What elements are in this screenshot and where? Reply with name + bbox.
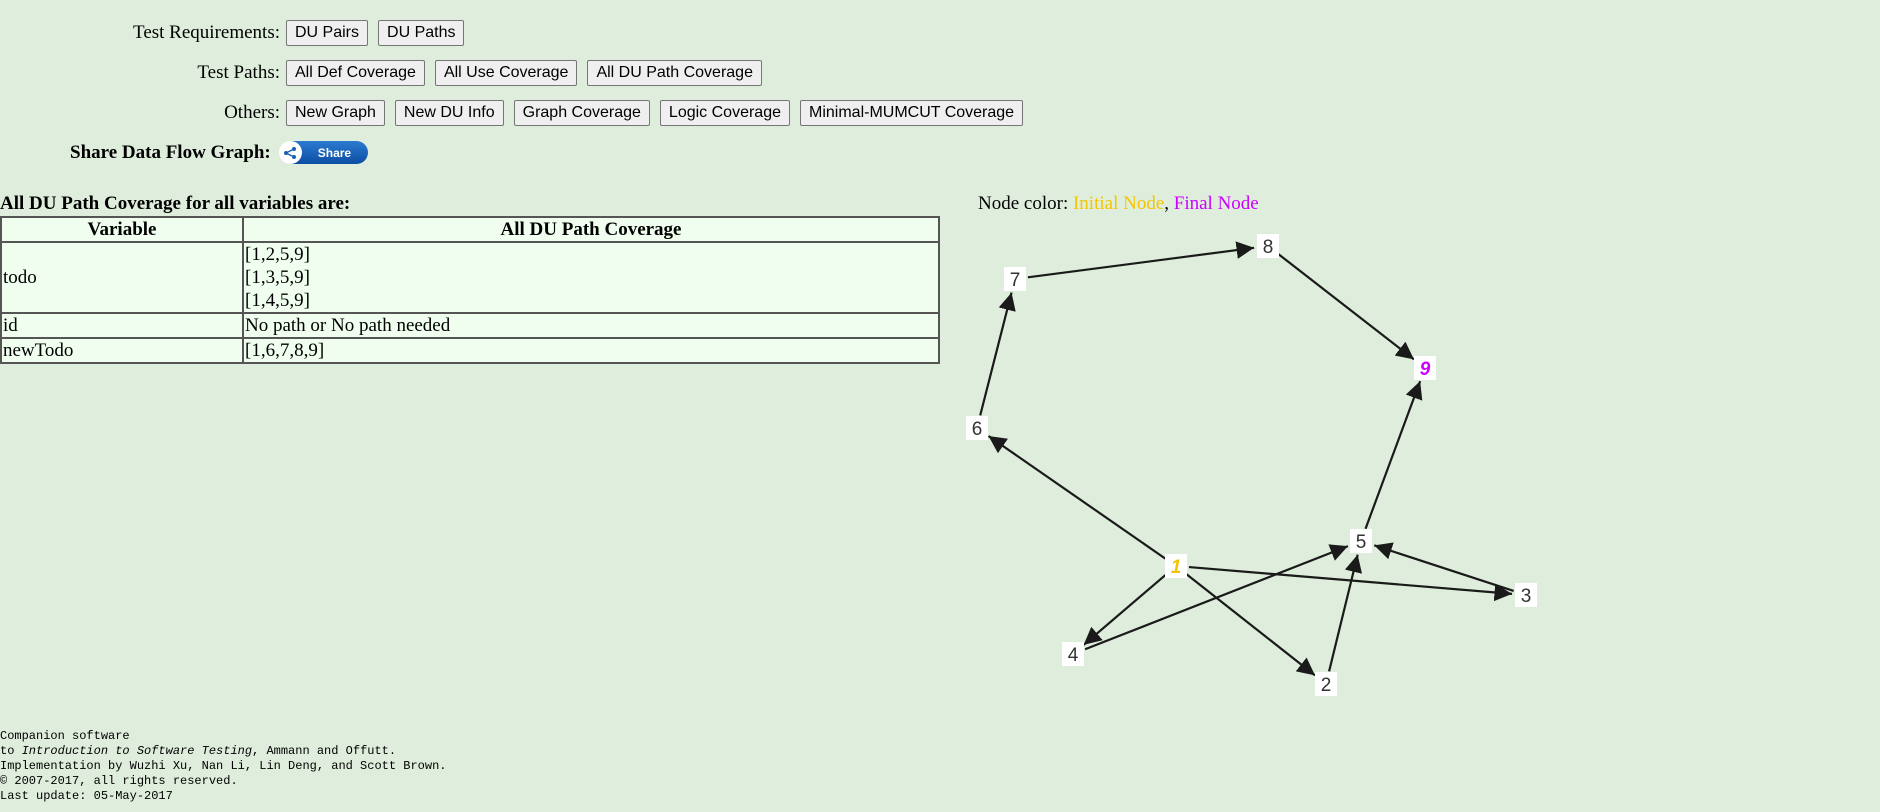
- graph-node-label: 9: [1420, 359, 1431, 380]
- path-entry: No path or No path needed: [245, 315, 451, 336]
- graph-node-6[interactable]: 6: [966, 416, 988, 440]
- path-entry: [1,2,5,9]: [245, 244, 310, 265]
- share-button-label: Share: [317, 145, 352, 160]
- graph-edge-7-8: [1027, 241, 1255, 279]
- du-pairs-button[interactable]: DU Pairs: [286, 20, 369, 46]
- graph-node-1[interactable]: 1: [1165, 554, 1187, 578]
- minimal-mumcut-coverage-button[interactable]: Minimal-MUMCUT Coverage: [800, 100, 1024, 126]
- path-entry: [1,3,5,9]: [245, 267, 310, 288]
- graph-edge-4-5: [1084, 544, 1349, 651]
- graph-node-8[interactable]: 8: [1257, 234, 1279, 258]
- coverage-header: All DU Path Coverage: [242, 216, 940, 243]
- graph-node-label: 5: [1356, 532, 1367, 553]
- test-paths-row: Test Paths: All Def Coverage All Use Cov…: [0, 60, 772, 86]
- data-flow-graph: 1 2 3 4 5 6 7 8 9: [966, 234, 1537, 696]
- legend-final-node: Final Node: [1173, 193, 1259, 214]
- footer-line-prefix: to: [0, 744, 22, 758]
- path-entry: [1,4,5,9]: [245, 290, 310, 311]
- graph-node-label: 1: [1171, 557, 1182, 578]
- table-row: todo [1,2,5,9] [1,3,5,9] [1,4,5,9]: [0, 241, 940, 314]
- variable-cell: todo: [0, 241, 244, 314]
- legend-prefix: Node color:: [978, 193, 1073, 214]
- table-header-row: Variable All DU Path Coverage: [0, 216, 940, 243]
- test-requirements-row: Test Requirements: DU Pairs DU Paths: [0, 20, 474, 46]
- share-label: Share Data Flow Graph:: [70, 141, 271, 163]
- paths-cell: [1,2,5,9] [1,3,5,9] [1,4,5,9]: [242, 241, 940, 314]
- graph-edge-2-5: [1328, 554, 1363, 672]
- graph-node-5[interactable]: 5: [1350, 529, 1372, 553]
- new-graph-button[interactable]: New Graph: [286, 100, 385, 126]
- paths-cell: [1,6,7,8,9]: [242, 337, 940, 364]
- graph-node-7[interactable]: 7: [1004, 267, 1026, 291]
- table-row: id No path or No path needed: [0, 312, 940, 339]
- all-use-coverage-button[interactable]: All Use Coverage: [434, 60, 578, 86]
- footer: Companion software to Introduction to So…: [0, 729, 446, 804]
- footer-line: Companion software: [0, 729, 130, 743]
- new-du-info-button[interactable]: New DU Info: [394, 100, 504, 126]
- graph-edge-1-6: [987, 435, 1166, 560]
- path-entry: [1,6,7,8,9]: [245, 340, 325, 361]
- node-color-legend: Node color: Initial Node, Final Node: [978, 193, 1259, 215]
- graph-node-4[interactable]: 4: [1062, 642, 1084, 666]
- coverage-title: All DU Path Coverage for all variables a…: [0, 193, 351, 214]
- graph-edge-5-9: [1364, 380, 1423, 530]
- book-title: Introduction to Software Testing: [21, 744, 253, 758]
- test-requirements-label: Test Requirements:: [133, 22, 280, 43]
- footer-line-suffix: , Ammann and Offutt.: [252, 744, 397, 758]
- others-row: Others: New Graph New DU Info Graph Cove…: [0, 100, 1033, 126]
- graph-edge-8-9: [1277, 253, 1415, 361]
- graph-node-label: 7: [1010, 270, 1021, 291]
- footer-line: Implementation by Wuzhi Xu, Nan Li, Lin …: [0, 759, 447, 773]
- legend-initial-node: Initial Node: [1072, 193, 1165, 214]
- graph-node-9[interactable]: 9: [1414, 356, 1436, 380]
- logic-coverage-button[interactable]: Logic Coverage: [659, 100, 790, 126]
- variable-cell: id: [0, 312, 244, 339]
- graph-edge-1-2: [1185, 573, 1316, 677]
- legend-separator: ,: [1164, 193, 1174, 214]
- table-row: newTodo [1,6,7,8,9]: [0, 337, 940, 364]
- others-label: Others:: [224, 102, 280, 123]
- all-du-path-coverage-button[interactable]: All DU Path Coverage: [587, 60, 762, 86]
- share-row: Share Data Flow Graph: Share: [70, 141, 368, 164]
- graph-node-label: 2: [1321, 675, 1332, 696]
- variable-header: Variable: [0, 216, 244, 243]
- graph-node-label: 6: [972, 419, 983, 440]
- share-button[interactable]: Share: [278, 141, 368, 164]
- graph-node-label: 8: [1263, 237, 1274, 258]
- du-paths-button[interactable]: DU Paths: [378, 20, 465, 46]
- variable-cell: newTodo: [0, 337, 244, 364]
- paths-cell: No path or No path needed: [242, 312, 940, 339]
- all-def-coverage-button[interactable]: All Def Coverage: [286, 60, 425, 86]
- footer-line: Last update: 05-May-2017: [0, 789, 173, 803]
- graph-node-label: 4: [1068, 645, 1079, 666]
- graph-edge-6-7: [979, 292, 1016, 416]
- graph-coverage-button[interactable]: Graph Coverage: [513, 100, 650, 126]
- graph-node-2[interactable]: 2: [1315, 672, 1337, 696]
- share-icon: [278, 141, 302, 164]
- footer-line: © 2007-2017, all rights reserved.: [0, 774, 238, 788]
- graph-node-label: 3: [1521, 586, 1532, 607]
- coverage-table: Variable All DU Path Coverage todo [1,2,…: [0, 216, 940, 364]
- graph-node-3[interactable]: 3: [1515, 583, 1537, 607]
- test-paths-label: Test Paths:: [197, 62, 280, 83]
